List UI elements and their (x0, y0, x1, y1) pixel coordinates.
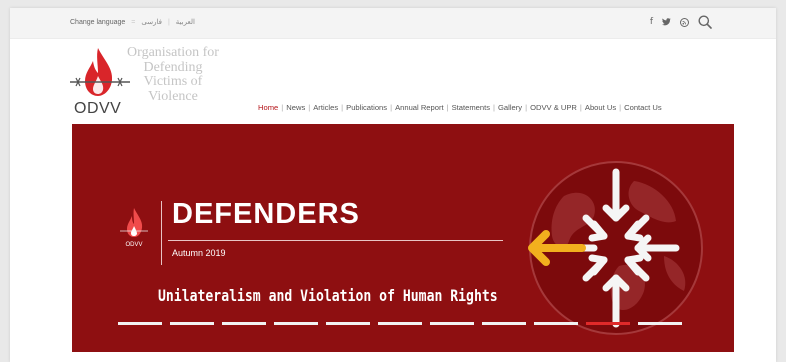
nav-gallery[interactable]: Gallery (498, 103, 522, 112)
banner-title: DEFENDERS (172, 198, 360, 230)
slide-dot-4[interactable] (274, 322, 318, 325)
nav-news[interactable]: News (286, 103, 305, 112)
nav-separator: | (341, 103, 344, 112)
nav-separator: | (579, 103, 582, 112)
page: Change language = فارسی | العربیة f Orga… (10, 8, 776, 362)
logo-organisation-name: Organisation for Defending Victims of Vi… (118, 45, 228, 104)
nav-statements[interactable]: Statements (452, 103, 490, 112)
slide-dot-5[interactable] (326, 322, 370, 325)
language-switcher: Change language = فارسی | العربیة (70, 18, 195, 27)
rss-icon[interactable] (680, 17, 689, 27)
separator: | (167, 18, 170, 26)
nav-about-us[interactable]: About Us (585, 103, 616, 112)
twitter-icon[interactable] (662, 18, 671, 26)
nav-separator: | (390, 103, 393, 112)
slide-dot-11[interactable] (638, 322, 682, 325)
banner-logo-abbreviation: ODVV (125, 242, 142, 248)
nav-annual-report[interactable]: Annual Report (395, 103, 444, 112)
language-persian-link[interactable]: فارسی (141, 18, 162, 26)
nav-odvv-upr[interactable]: ODVV & UPR (530, 103, 577, 112)
top-bar: Change language = فارسی | العربیة f (10, 8, 776, 39)
slide-dot-9[interactable] (534, 322, 578, 325)
banner-logo-icon: ODVV (120, 208, 148, 248)
nav-separator: | (446, 103, 449, 112)
nav-separator: | (281, 103, 284, 112)
main-navigation: Home | News | Articles | Publications | … (258, 103, 662, 112)
hero-banner[interactable]: ODVV DEFENDERS Autumn 2019 Unilateralism… (72, 124, 734, 352)
banner-season: Autumn 2019 (172, 248, 226, 258)
nav-home[interactable]: Home (258, 103, 278, 112)
slide-dot-7[interactable] (430, 322, 474, 325)
nav-articles[interactable]: Articles (313, 103, 338, 112)
separator: = (131, 18, 136, 26)
banner-subtitle: Unilateralism and Violation of Human Rig… (158, 286, 498, 305)
logo-abbreviation: ODVV (74, 100, 122, 117)
nav-publications[interactable]: Publications (346, 103, 387, 112)
nav-separator: | (525, 103, 528, 112)
slide-dot-6[interactable] (378, 322, 422, 325)
slider-pagination (118, 322, 682, 325)
logo-name-line: Victims of (143, 74, 203, 89)
logo-name-line: Defending (143, 59, 203, 75)
globe-arrows-graphic (528, 161, 703, 335)
nav-separator: | (619, 103, 622, 112)
nav-contact-us[interactable]: Contact Us (624, 103, 662, 112)
social-links: f (650, 15, 712, 29)
slide-dot-3[interactable] (222, 322, 266, 325)
nav-separator: | (493, 103, 496, 112)
slide-dot-8[interactable] (482, 322, 526, 325)
logo-name-line: Violence (148, 88, 198, 104)
search-icon[interactable] (698, 15, 712, 29)
slide-dot-10[interactable] (586, 322, 630, 325)
slide-dot-1[interactable] (118, 322, 162, 325)
site-logo[interactable]: Organisation for Defending Victims of Vi… (68, 45, 238, 118)
facebook-icon[interactable]: f (650, 17, 653, 27)
slide-dot-2[interactable] (170, 322, 214, 325)
logo-name-line: Organisation for (127, 45, 219, 60)
banner-horizontal-divider (168, 240, 503, 241)
nav-separator: | (308, 103, 311, 112)
banner-vertical-divider (161, 201, 162, 265)
change-language-label: Change language (70, 18, 126, 26)
language-arabic-link[interactable]: العربیة (176, 18, 195, 26)
